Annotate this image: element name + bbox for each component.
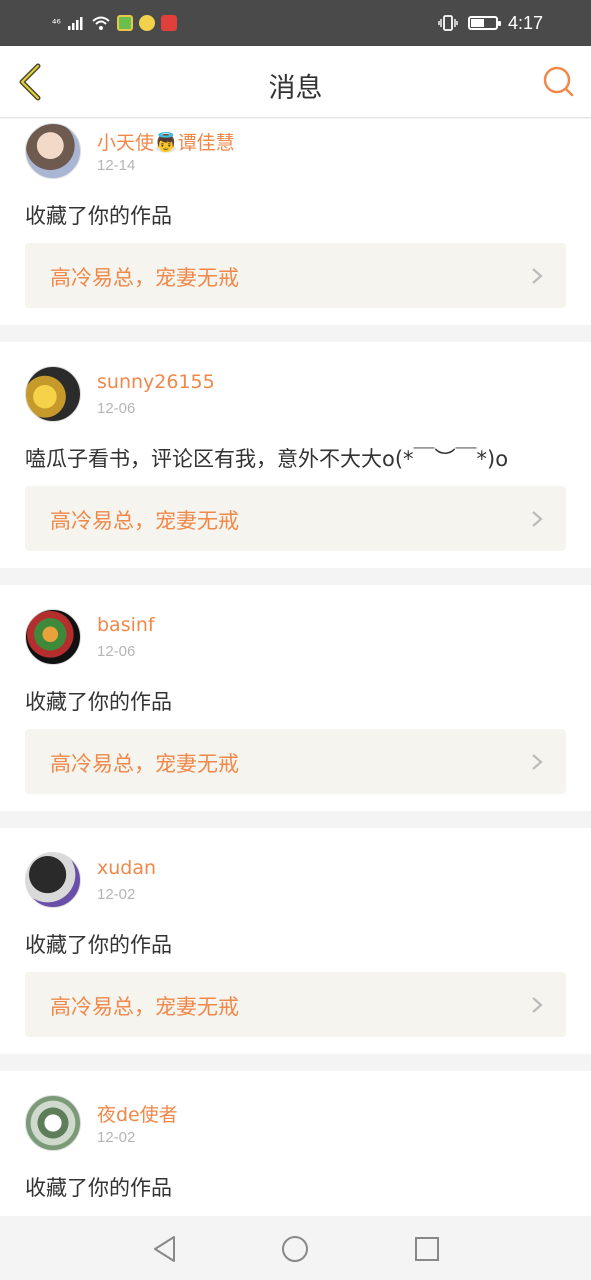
chevron-right-icon [532,754,543,770]
message-item: 小天使👼谭佳慧 12-14 收藏了你的作品 高冷易总，宠妻无戒 [0,119,591,325]
system-nav-bar [0,1216,591,1280]
chevron-right-icon [532,268,543,284]
work-link[interactable]: 高冷易总，宠妻无戒 [25,486,566,551]
recent-square-icon[interactable] [412,1234,442,1264]
signal-icon [67,17,83,30]
message-content: 收藏了你的作品 [25,690,172,714]
message-content: 收藏了你的作品 [25,933,172,957]
message-content: 收藏了你的作品 [25,1176,172,1200]
message-date: 12-02 [97,1129,136,1146]
app-red-icon [160,15,177,31]
avatar[interactable] [25,123,81,179]
vibrate-icon [438,15,458,31]
battery-icon [467,16,501,30]
work-link[interactable]: 高冷易总，宠妻无戒 [25,729,566,794]
username[interactable]: 夜de使者 [97,1100,178,1127]
chevron-right-icon [532,511,543,527]
message-date: 12-06 [97,643,136,660]
status-left-icons: ⁴⁶ [52,12,177,34]
username[interactable]: xudan [97,857,156,879]
message-item: basinf 12-06 收藏了你的作品 高冷易总，宠妻无戒 [0,585,591,811]
status-right-icons: 4:17 [438,11,543,35]
work-link[interactable]: 高冷易总，宠妻无戒 [25,243,566,308]
username[interactable]: sunny26155 [97,371,215,393]
message-item: xudan 12-02 收藏了你的作品 高冷易总，宠妻无戒 [0,828,591,1054]
status-bar: ⁴⁶ 4:17 [0,0,591,46]
avatar[interactable] [25,1095,81,1151]
username[interactable]: 小天使👼谭佳慧 [97,128,235,155]
username[interactable]: basinf [97,614,155,636]
work-title: 高冷易总，宠妻无戒 [50,509,239,533]
divider [0,1054,591,1071]
message-item: sunny26155 12-06 嗑瓜子看书，评论区有我，意外不大大o(*￣︶￣… [0,342,591,568]
chevron-right-icon [532,997,543,1013]
work-title: 高冷易总，宠妻无戒 [50,995,239,1019]
search-icon[interactable] [543,66,575,98]
page-title: 消息 [268,73,323,104]
avatar[interactable] [25,609,81,665]
divider [0,811,591,828]
message-date: 12-14 [97,157,136,174]
divider [0,325,591,342]
work-link[interactable]: 高冷易总，宠妻无戒 [25,972,566,1037]
message-content: 嗑瓜子看书，评论区有我，意外不大大o(*￣︶￣*)o [25,447,509,471]
message-content: 收藏了你的作品 [25,204,172,228]
clock: 4:17 [507,12,543,33]
work-title: 高冷易总，宠妻无戒 [50,752,239,776]
divider [0,568,591,585]
wifi-icon [92,16,110,30]
message-date: 12-06 [97,400,136,417]
message-feed[interactable]: 小天使👼谭佳慧 12-14 收藏了你的作品 高冷易总，宠妻无戒 sunny261… [0,119,591,1216]
app-emoji-icon [138,15,155,31]
home-circle-icon[interactable] [280,1234,310,1264]
avatar[interactable] [25,852,81,908]
top-nav-bar: 消息 [0,46,591,118]
message-date: 12-02 [97,886,136,903]
network-type-label: ⁴⁶ [52,16,61,30]
back-triangle-icon[interactable] [150,1234,180,1264]
app-green-icon [116,15,133,31]
avatar[interactable] [25,366,81,422]
work-title: 高冷易总，宠妻无戒 [50,266,239,290]
message-item: 夜de使者 12-02 收藏了你的作品 [0,1071,591,1216]
